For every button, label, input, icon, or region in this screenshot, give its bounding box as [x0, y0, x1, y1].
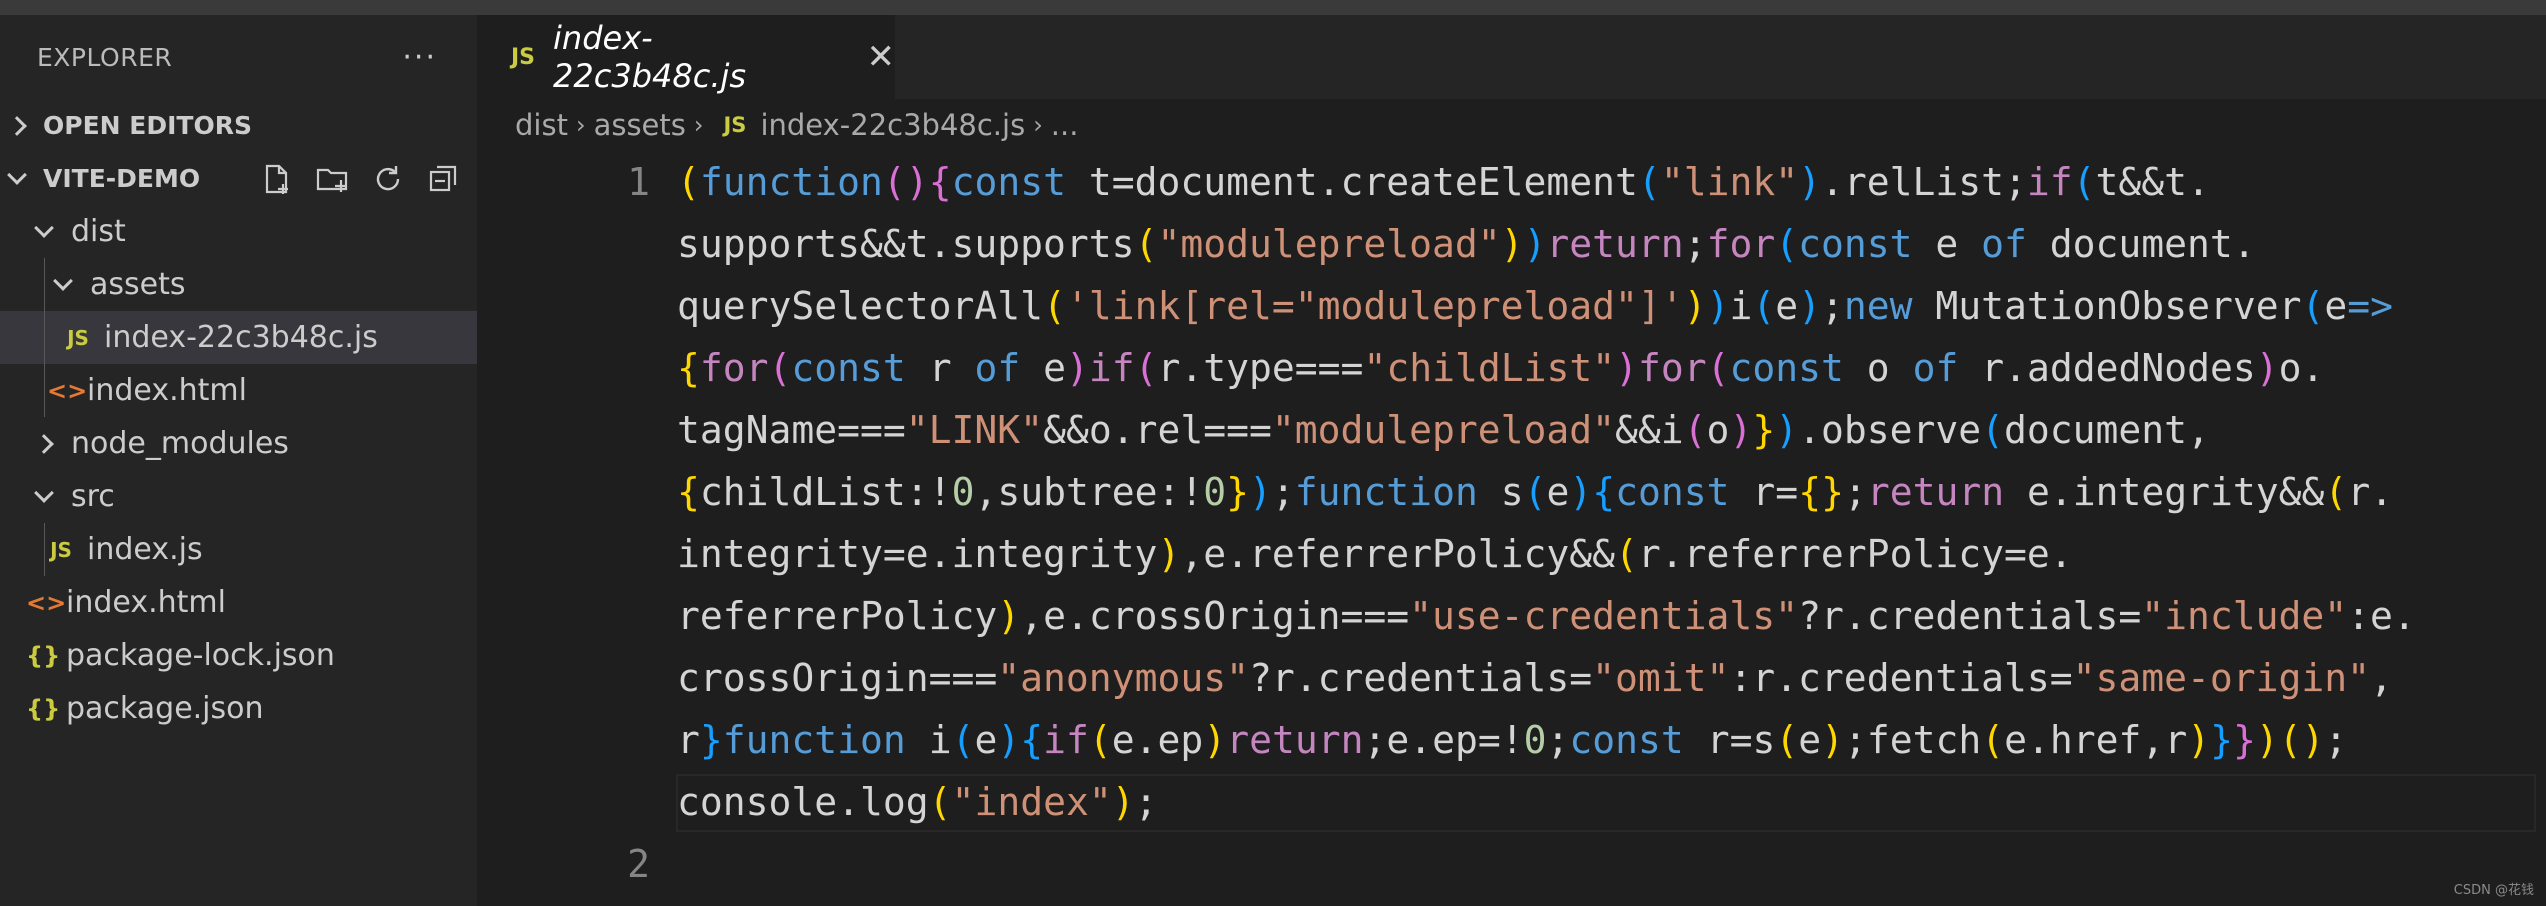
open-editors-label: OPEN EDITORS [43, 111, 252, 140]
collapse-all-icon[interactable] [427, 162, 461, 196]
tree-folder-assets[interactable]: assets [0, 258, 477, 311]
open-editors-section[interactable]: OPEN EDITORS [0, 99, 477, 152]
chevron-right-icon [8, 117, 26, 135]
more-actions-icon[interactable]: ··· [402, 40, 437, 75]
javascript-file-icon: JS [511, 44, 536, 70]
code-line: integrity=e.integrity),e.referrerPolicy&… [677, 532, 2073, 576]
breadcrumb-dist[interactable]: dist [515, 108, 568, 142]
code-line: (function(){const t=document.createEleme… [677, 160, 2210, 204]
tree-folder-node-modules[interactable]: node_modules [0, 417, 477, 470]
code-line: console.log("index"); [677, 780, 1158, 824]
tree-item-label: assets [90, 267, 186, 302]
json-file-icon: {} [26, 694, 61, 723]
code-line: {for(const r of e)if(r.type==="childList… [677, 346, 2325, 390]
chevron-down-icon [8, 170, 26, 188]
explorer-title: EXPLORER [37, 42, 173, 72]
chevron-down-icon [35, 223, 53, 241]
breadcrumb-file[interactable]: index-22c3b48c.js [760, 108, 1025, 142]
tree-file-index-html-root[interactable]: <> index.html [0, 576, 477, 629]
html-file-icon: <> [47, 376, 88, 405]
chevron-down-icon [35, 488, 53, 506]
javascript-file-icon: JS [50, 537, 72, 562]
watermark: CSDN @花钱 [2453, 883, 2534, 898]
code-line: r}function i(e){if(e.ep)return;e.ep=!0;c… [677, 718, 2348, 762]
tree-item-label: index-22c3b48c.js [104, 320, 378, 355]
breadcrumb-assets[interactable]: assets [594, 108, 686, 142]
tree-item-label: package-lock.json [66, 638, 335, 673]
tree-file-package-json[interactable]: {} package.json [0, 682, 477, 735]
refresh-icon[interactable] [371, 162, 405, 196]
tab-bar: JS index-22c3b48c.js ✕ [477, 15, 2546, 99]
tree-file-index-js-src[interactable]: JS index.js [0, 523, 477, 576]
code-line: supports&&t.supports("modulepreload"))re… [677, 222, 2256, 266]
chevron-right-icon: › [693, 111, 704, 139]
javascript-file-icon: JS [723, 113, 747, 137]
breadcrumb-symbols[interactable]: ... [1051, 108, 1079, 142]
tree-item-label: node_modules [71, 426, 289, 461]
title-bar [0, 0, 2546, 15]
chevron-right-icon: › [1033, 111, 1043, 139]
indent-guide [44, 523, 45, 576]
tree-folder-src[interactable]: src [0, 470, 477, 523]
tree-file-package-lock-json[interactable]: {} package-lock.json [0, 629, 477, 682]
project-label: VITE-DEMO [43, 164, 201, 193]
new-file-icon[interactable] [259, 162, 293, 196]
explorer-header: EXPLORER ··· [0, 15, 477, 99]
code-line: {childList:!0,subtree:!0});function s(e)… [677, 470, 2394, 514]
editor-area: JS index-22c3b48c.js ✕ dist › assets › J… [477, 15, 2546, 906]
tree-item-label: src [71, 479, 115, 514]
chevron-down-icon [54, 276, 72, 294]
code-line: crossOrigin==="anonymous"?r.credentials=… [677, 656, 2393, 700]
tree-item-label: dist [71, 214, 126, 249]
tab-index-js[interactable]: JS index-22c3b48c.js ✕ [477, 15, 895, 99]
tree-item-label: index.html [87, 373, 247, 408]
code-line: querySelectorAll('link[rel="modulepreloa… [677, 284, 2394, 328]
line-number: 2 [627, 842, 650, 886]
html-file-icon: <> [26, 588, 67, 617]
new-folder-icon[interactable] [315, 162, 349, 196]
javascript-file-icon: JS [67, 325, 89, 350]
tree-file-index-html-dist[interactable]: <> index.html [0, 364, 477, 417]
indent-guide [44, 364, 45, 417]
indent-guide [44, 258, 45, 311]
code-line: tagName==="LINK"&&o.rel==="modulepreload… [677, 408, 2210, 452]
explorer-sidebar: EXPLORER ··· OPEN EDITORS VITE-DEMO dist [0, 15, 477, 906]
chevron-right-icon [35, 435, 53, 453]
json-file-icon: {} [26, 641, 61, 670]
breadcrumb: dist › assets › JS index-22c3b48c.js › .… [477, 99, 2546, 151]
tree-item-label: package.json [66, 691, 264, 726]
line-number: 1 [627, 160, 650, 204]
close-icon[interactable]: ✕ [867, 37, 896, 77]
tree-file-index-js-dist[interactable]: JS index-22c3b48c.js [0, 311, 477, 364]
tab-label: index-22c3b48c.js [553, 19, 747, 95]
tree-item-label: index.html [66, 585, 226, 620]
indent-guide [44, 311, 45, 364]
tree-folder-dist[interactable]: dist [0, 205, 477, 258]
project-section[interactable]: VITE-DEMO [0, 152, 477, 205]
tree-item-label: index.js [87, 532, 203, 567]
chevron-right-icon: › [575, 111, 586, 139]
code-line: referrerPolicy),e.crossOrigin==="use-cre… [677, 594, 2416, 638]
